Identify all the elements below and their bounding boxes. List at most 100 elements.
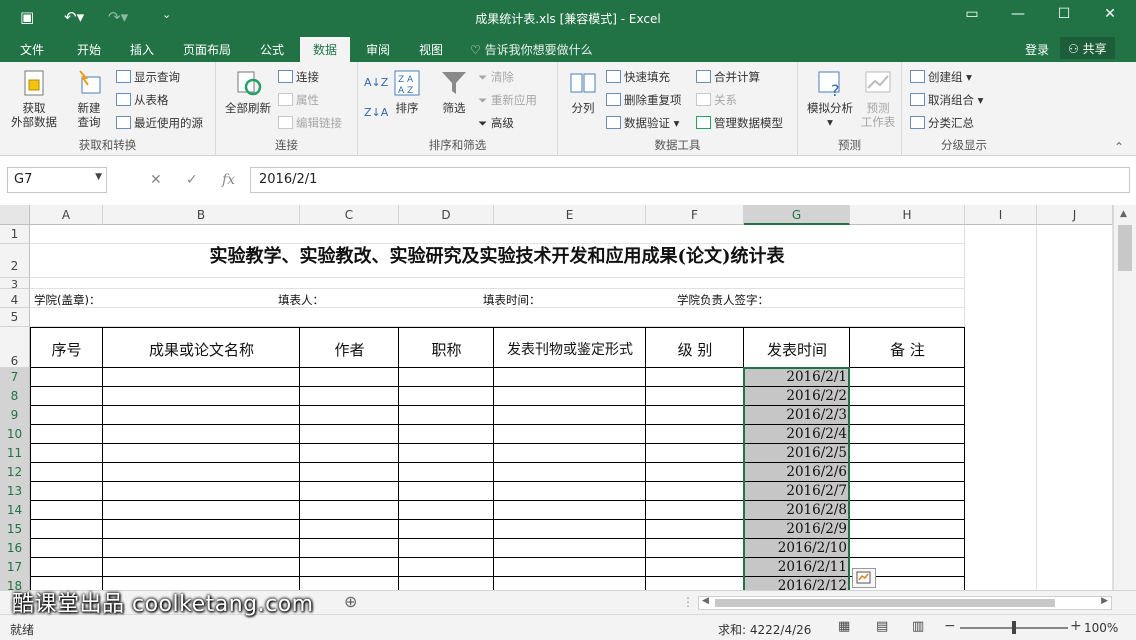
table-cell[interactable] [30,501,103,520]
add-sheet-icon[interactable]: ⊕ [344,592,357,611]
table-cell[interactable] [30,520,103,539]
table-cell[interactable] [494,387,646,406]
column-header-e[interactable]: E [494,205,646,225]
collapse-ribbon-icon[interactable]: ⌃ [1114,140,1124,154]
zoom-out-icon[interactable]: − [944,618,956,634]
row-header-9[interactable]: 9 [0,406,30,425]
column-header-a[interactable]: A [30,205,103,225]
table-cell[interactable] [103,539,300,558]
get-external-data-button[interactable]: 获取 外部数据 [4,68,64,129]
maximize-button[interactable]: ☐ [1044,6,1084,28]
table-cell[interactable] [30,425,103,444]
table-cell[interactable] [646,425,744,444]
normal-view-icon[interactable]: ▦ [838,619,850,634]
enter-icon[interactable]: ✓ [186,172,198,188]
forecast-sheet-button[interactable]: 预测 工作表 [858,68,898,129]
properties-button[interactable]: 属性 [278,92,319,108]
table-cell[interactable] [850,482,965,501]
column-header-h[interactable]: H [850,205,965,225]
table-cell[interactable] [646,463,744,482]
table-cell[interactable] [103,368,300,387]
manage-data-model-button[interactable]: 管理数据模型 [696,115,783,131]
sort-za-button[interactable]: Z↓A [364,106,388,119]
table-cell[interactable] [30,406,103,425]
table-cell[interactable] [399,482,494,501]
table-cell[interactable] [494,368,646,387]
reapply-button[interactable]: ⏷ 重新应用 [478,92,537,108]
from-table-button[interactable]: 从表格 [116,92,169,108]
table-cell[interactable] [646,501,744,520]
edit-links-button[interactable]: 编辑链接 [278,115,342,131]
row-header-15[interactable]: 15 [0,520,30,539]
advanced-filter-button[interactable]: ⏷ 高级 [478,115,514,131]
table-cell[interactable] [646,520,744,539]
quick-analysis-button[interactable] [852,568,876,588]
column-header-d[interactable]: D [399,205,494,225]
worksheet-grid[interactable]: A B C D E F G H I J 1 2 3 4 5 6 7 8 9 10… [0,205,1136,590]
row-header-1[interactable]: 1 [0,225,30,244]
what-if-analysis-button[interactable]: ? 模拟分析 ▾ [804,68,856,129]
table-cell[interactable] [494,425,646,444]
row-5-cells[interactable] [30,308,965,327]
row-header-7[interactable]: 7 [0,368,30,387]
page-break-view-icon[interactable]: ▥ [912,619,924,634]
h-scroll-thumb[interactable] [715,599,1055,607]
tell-me-box[interactable]: ♡ 告诉我你想要做什么 [470,41,593,58]
column-i-cells[interactable] [965,225,1037,590]
vertical-scrollbar[interactable]: ▲ [1113,205,1136,590]
table-cell[interactable] [646,558,744,577]
row-header-13[interactable]: 13 [0,482,30,501]
select-all-corner[interactable] [0,205,30,225]
table-cell[interactable] [399,520,494,539]
table-cell[interactable] [850,387,965,406]
text-to-columns-button[interactable]: 分列 [564,68,602,115]
table-cell[interactable] [399,425,494,444]
column-header-c[interactable]: C [300,205,399,225]
scroll-right-icon[interactable]: ▶ [1101,596,1108,606]
zoom-slider-thumb[interactable] [1012,621,1016,634]
table-cell[interactable] [399,444,494,463]
table-cell[interactable] [300,406,399,425]
table-cell[interactable] [103,463,300,482]
table-cell[interactable] [399,558,494,577]
data-validation-button[interactable]: 数据验证 ▾ [606,115,679,131]
table-cell[interactable] [850,368,965,387]
ribbon-display-button[interactable]: ▭ [952,6,992,28]
minimize-button[interactable]: — [998,6,1038,28]
table-cell[interactable] [30,482,103,501]
chevron-down-icon[interactable]: ▼ [95,172,102,182]
table-cell[interactable] [850,425,965,444]
recent-sources-button[interactable]: 最近使用的源 [116,115,203,131]
table-cell[interactable] [103,444,300,463]
remove-duplicates-button[interactable]: 删除重复项 [606,92,682,108]
row-header-3[interactable]: 3 [0,278,30,291]
horizontal-scrollbar[interactable]: ◀ ▶ [698,596,1112,610]
table-cell[interactable] [300,539,399,558]
row-header-2[interactable]: 2 [0,244,30,278]
tab-file[interactable]: 文件 [20,41,44,58]
table-cell[interactable] [646,482,744,501]
row-header-10[interactable]: 10 [0,425,30,444]
filter-button[interactable]: 筛选 [436,68,472,115]
sort-button[interactable]: Z AA Z 排序 [390,68,424,115]
table-cell[interactable] [300,558,399,577]
row-header-11[interactable]: 11 [0,444,30,463]
row-header-17[interactable]: 17 [0,558,30,577]
table-cell[interactable] [30,444,103,463]
table-cell[interactable] [300,368,399,387]
row-header-16[interactable]: 16 [0,539,30,558]
table-cell[interactable] [103,425,300,444]
tab-data[interactable]: 数据 [300,37,351,62]
scroll-up-icon[interactable]: ▲ [1120,209,1127,219]
name-box[interactable]: G7 ▼ [7,167,107,193]
table-cell[interactable] [30,368,103,387]
table-cell[interactable] [494,406,646,425]
tab-home[interactable]: 开始 [77,41,101,58]
table-cell[interactable] [850,520,965,539]
cancel-icon[interactable]: ✕ [150,172,162,188]
table-cell[interactable] [103,558,300,577]
table-cell[interactable] [103,520,300,539]
tab-formulas[interactable]: 公式 [260,41,284,58]
scroll-thumb[interactable] [1118,225,1132,271]
table-cell[interactable] [494,444,646,463]
